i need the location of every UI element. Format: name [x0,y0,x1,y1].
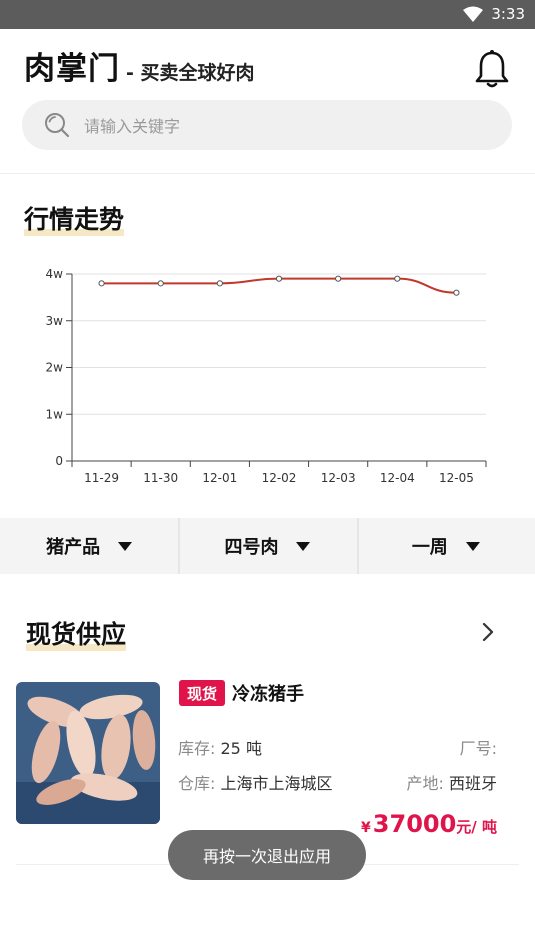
filter-period[interactable]: 一周 [356,518,535,574]
in-stock-badge: 现货 [179,680,225,706]
x-tick-label: 12-02 [262,471,297,485]
y-tick-label: 3w [46,314,64,328]
filter-label: 一周 [411,537,448,558]
caret-down-icon [465,541,480,551]
brand: 肉掌门 - 买卖全球好肉 [24,43,255,88]
product-name: 冷冻猪手 [232,684,304,705]
status-time: 3:33 [491,5,525,23]
product-price: ¥ 37000 元/ 吨 [361,810,497,838]
y-tick-label: 2w [46,361,64,375]
trend-section-title: 行情走势 [24,200,125,236]
x-tick-label: 12-04 [380,471,415,485]
filter-label: 猪产品 [46,537,101,558]
exit-toast: 再按一次退出应用 [168,830,366,880]
data-point [394,275,401,282]
data-point [453,289,460,296]
trend-title-text: 行情走势 [24,205,125,234]
caret-down-icon [296,541,311,551]
caret-down-icon [118,541,133,551]
y-tick-label: 1w [46,407,64,421]
stock-value: 25 吨 [220,739,262,758]
x-tick-label: 12-01 [202,471,237,485]
data-point [216,280,223,287]
warehouse-label: 仓库: [178,774,216,793]
product-stock: 库存: 25 吨 [178,735,262,759]
data-point [335,275,342,282]
product-image [16,682,160,824]
filter-bar: 猪产品 四号肉 一周 [0,518,535,574]
origin-label: 产地: [406,774,444,793]
filter-meat-grade[interactable]: 四号肉 [178,518,356,574]
trend-chart: 0 1w 2w 3w 4w 11-29 11-30 12-01 12-02 12-03 12-04 1… [0,255,535,495]
origin-value: 西班牙 [448,774,497,793]
x-tick-label: 11-30 [143,471,178,485]
stock-label: 库存: [178,739,216,758]
data-point [275,275,283,282]
brand-name: 肉掌门 [24,51,120,87]
status-bar: 3:33 [0,0,535,29]
app-header: 肉掌门 - 买卖全球好肉 请输入关键字 [0,29,535,174]
y-tick-label: 4w [46,267,64,281]
data-point [98,280,105,287]
supply-section-title: 现货供应 [26,615,127,651]
product-factory: 厂号: [460,735,497,759]
chevron-right-icon[interactable] [481,622,495,642]
x-tick-label: 11-29 [84,471,119,485]
price-value: 37000 [372,810,457,838]
data-point [157,280,164,287]
product-warehouse: 仓库: 上海市上海城区 [178,770,333,794]
product-origin: 产地: 西班牙 [406,770,497,794]
warehouse-value: 上海市上海城区 [220,774,333,793]
price-currency: ¥ [361,820,371,836]
search-placeholder: 请输入关键字 [84,117,181,136]
supply-title-text: 现货供应 [26,620,127,649]
brand-slogan: - 买卖全球好肉 [126,62,255,84]
y-tick-label: 0 [55,454,63,468]
x-tick-label: 12-05 [439,471,474,485]
bell-icon[interactable] [475,49,509,89]
trend-chart-svg: 0 1w 2w 3w 4w 11-29 11-30 12-01 12-02 12-03 12-04 1… [46,267,487,485]
factory-label: 厂号: [459,739,497,758]
x-tick-label: 12-03 [321,471,356,485]
wifi-icon [463,6,483,22]
filter-label: 四号肉 [224,537,279,558]
price-unit: 元/ 吨 [456,818,497,836]
search-icon [45,113,70,138]
filter-product-type[interactable]: 猪产品 [0,518,178,574]
search-input[interactable]: 请输入关键字 [22,100,512,150]
